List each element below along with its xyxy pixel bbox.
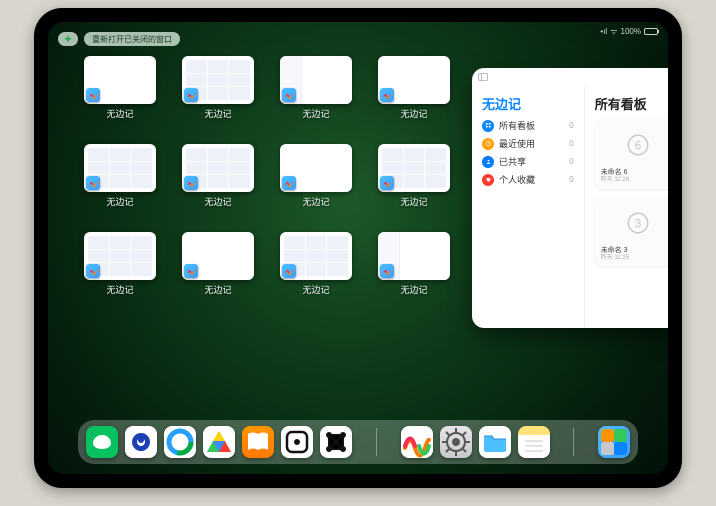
dock-books-icon[interactable] [242, 426, 274, 458]
board-title: 未命名 3 [601, 247, 668, 255]
dock-freeform-icon[interactable] [401, 426, 433, 458]
reopen-closed-window-button[interactable]: 重新打开已关闭的窗口 [84, 32, 180, 46]
sidebar-item[interactable]: 最近使用 0 [482, 137, 574, 150]
svg-text:6: 6 [635, 139, 642, 153]
sidebar-item-count: 0 [569, 175, 573, 184]
app-thumbnail[interactable]: 无边记 [80, 232, 160, 310]
boards-column: 所有看板 6 未命名 6昨天 11:28 3 未命名 3昨天 11:25 [585, 86, 668, 328]
sidebar-item[interactable]: 所有看板 0 [482, 119, 574, 132]
dock [78, 420, 638, 464]
dock-settings-icon[interactable] [440, 426, 472, 458]
board-subtitle: 昨天 11:25 [601, 255, 668, 262]
sidebar-item-count: 0 [569, 157, 573, 166]
sidebar-item-label: 最近使用 [499, 137, 535, 150]
app-thumbnail[interactable]: 无边记 [374, 232, 454, 310]
svg-text:3: 3 [635, 216, 642, 230]
ipad-frame: •ıl ᯤ 100% + 重新打开已关闭的窗口 无边记 无边记 无边记 无边记 … [34, 8, 682, 488]
freeform-icon [184, 176, 198, 190]
app-thumbnail[interactable]: 无边记 [80, 144, 160, 222]
new-window-button[interactable]: + [58, 32, 78, 46]
dock-separator [573, 428, 574, 456]
dock-notes-icon[interactable] [518, 426, 550, 458]
dock-separator [376, 428, 377, 456]
app-thumbnail-label: 无边记 [204, 195, 231, 208]
sidebar-list: 所有看板 0 最近使用 0 已共享 0 个人收藏 0 [482, 119, 574, 186]
dock-qqbrowser-icon[interactable] [164, 426, 196, 458]
freeform-icon [282, 264, 296, 278]
app-thumbnail[interactable]: 无边记 [178, 144, 258, 222]
app-thumbnail-label: 无边记 [400, 195, 427, 208]
sidebar-item[interactable]: 个人收藏 0 [482, 173, 574, 186]
app-thumbnail[interactable]: 无边记 [178, 56, 258, 134]
freeform-icon [86, 264, 100, 278]
sidebar-item-label: 已共享 [499, 155, 526, 168]
app-thumbnail[interactable]: 无边记 [374, 56, 454, 134]
app-thumbnail-label: 无边记 [302, 195, 329, 208]
app-thumbnail-label: 无边记 [302, 107, 329, 120]
freeform-icon [380, 176, 394, 190]
top-bar: + 重新打开已关闭的窗口 [58, 32, 180, 46]
app-thumbnail-label: 无边记 [204, 283, 231, 296]
signal-icon: •ıl [600, 27, 607, 36]
sidebar-item-label: 个人收藏 [499, 173, 535, 186]
app-thumbnail[interactable]: 无边记 [374, 144, 454, 222]
clock-icon [482, 138, 494, 150]
app-thumbnail-label: 无边记 [106, 283, 133, 296]
boards-list: 6 未命名 6昨天 11:28 3 未命名 3昨天 11:25 [595, 119, 668, 266]
freeform-icon [282, 88, 296, 102]
app-thumbnail-label: 无边记 [106, 195, 133, 208]
dock-baidu-cloud-icon[interactable] [203, 426, 235, 458]
dock-app-library-icon[interactable] [598, 426, 630, 458]
board-card[interactable]: 3 未命名 3昨天 11:25 [595, 197, 668, 267]
battery-label: 100% [621, 27, 641, 36]
sidebar-item[interactable]: 已共享 0 [482, 155, 574, 168]
freeform-icon [380, 88, 394, 102]
sidebar-title: 无边记 [482, 94, 574, 113]
sidebar-item-label: 所有看板 [499, 119, 535, 132]
status-bar: •ıl ᯤ 100% [600, 26, 658, 37]
heart-icon [482, 174, 494, 186]
person-icon [482, 156, 494, 168]
sidebar-column: 无边记 所有看板 0 最近使用 0 已共享 0 个人收藏 0 [472, 86, 585, 328]
app-thumbnail[interactable]: 无边记 [276, 144, 356, 222]
sidebar-item-count: 0 [569, 121, 573, 130]
app-thumbnails-grid: 无边记 无边记 无边记 无边记 无边记 无边记 无边记 无边记 无边记 无边记 … [80, 56, 454, 418]
dock-wechat-icon[interactable] [86, 426, 118, 458]
app-thumbnail[interactable]: 无边记 [276, 56, 356, 134]
app-thumbnail-label: 无边记 [204, 107, 231, 120]
battery-icon [644, 28, 658, 35]
app-thumbnail-label: 无边记 [106, 107, 133, 120]
board-subtitle: 昨天 11:28 [601, 177, 668, 184]
dock-graph-icon[interactable] [320, 426, 352, 458]
dock-quark-icon[interactable] [125, 426, 157, 458]
freeform-icon [380, 264, 394, 278]
grid-icon [482, 120, 494, 132]
freeform-icon [86, 176, 100, 190]
dock-files-icon[interactable] [479, 426, 511, 458]
sidebar-toggle-icon[interactable] [478, 73, 488, 81]
sidebar-item-count: 0 [569, 139, 573, 148]
app-thumbnail-label: 无边记 [400, 107, 427, 120]
app-thumbnail[interactable]: 无边记 [276, 232, 356, 310]
freeform-icon [282, 176, 296, 190]
app-thumbnail[interactable]: 无边记 [80, 56, 160, 134]
board-preview: 3 [599, 201, 668, 245]
wifi-icon: ᯤ [610, 26, 617, 37]
freeform-icon [86, 88, 100, 102]
app-thumbnail[interactable]: 无边记 [178, 232, 258, 310]
freeform-icon [184, 264, 198, 278]
screen: •ıl ᯤ 100% + 重新打开已关闭的窗口 无边记 无边记 无边记 无边记 … [48, 22, 668, 474]
app-thumbnail-label: 无边记 [400, 283, 427, 296]
app-thumbnail-label: 无边记 [302, 283, 329, 296]
stage-manager-area: 无边记 无边记 无边记 无边记 无边记 无边记 无边记 无边记 无边记 无边记 … [80, 56, 648, 418]
board-preview: 6 [599, 123, 668, 167]
boards-title: 所有看板 [595, 94, 668, 113]
window-header: ••• [472, 68, 668, 86]
board-card[interactable]: 6 未命名 6昨天 11:28 [595, 119, 668, 189]
dock-dice-icon[interactable] [281, 426, 313, 458]
freeform-window[interactable]: ••• 无边记 所有看板 0 最近使用 0 已共享 0 个人收藏 0 所有看板 … [472, 68, 668, 328]
freeform-icon [184, 88, 198, 102]
